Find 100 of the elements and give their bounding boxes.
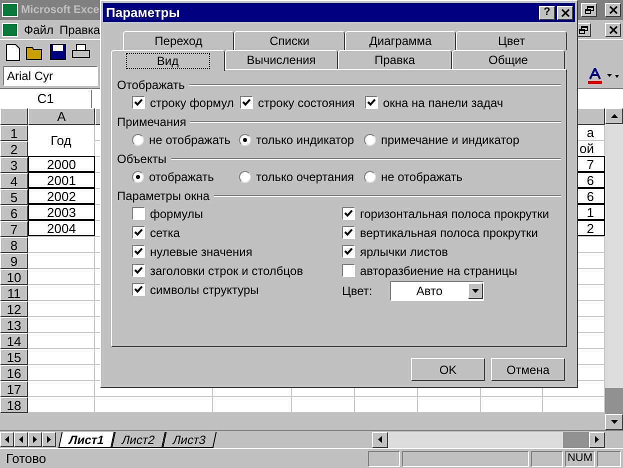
sheet-nav-button[interactable] <box>42 432 56 447</box>
tab[interactable]: Общие <box>452 50 565 69</box>
table-cell: 2000 <box>28 156 95 172</box>
row-header[interactable]: 8 <box>0 237 28 253</box>
row-header[interactable]: 15 <box>0 349 28 365</box>
checkbox[interactable] <box>342 264 355 277</box>
dialog-button[interactable]: OK <box>411 358 485 381</box>
dialog-button[interactable]: Отмена <box>491 358 565 381</box>
tab[interactable]: Цвет <box>456 31 567 50</box>
group-title: Объекты <box>117 150 166 168</box>
tab[interactable]: Переход <box>123 31 234 50</box>
row-header[interactable]: 7 <box>0 221 28 237</box>
row-header[interactable]: 2 <box>0 141 28 157</box>
folder-icon[interactable] <box>26 44 44 60</box>
excel-icon <box>2 3 18 17</box>
help-button[interactable]: ? <box>539 6 555 20</box>
row-header[interactable]: 9 <box>0 253 28 269</box>
checkbox[interactable] <box>240 96 253 109</box>
checkbox-label: окна на панели задач <box>383 94 504 112</box>
tab[interactable]: Правка <box>338 50 452 69</box>
corner-cell[interactable] <box>0 108 28 125</box>
scroll-up-button[interactable] <box>605 108 623 124</box>
row-header[interactable]: 14 <box>0 333 28 349</box>
row-header[interactable]: 13 <box>0 317 28 333</box>
tab[interactable]: Списки <box>234 31 345 50</box>
horizontal-scrollbar[interactable] <box>372 432 605 448</box>
radio-button[interactable] <box>239 170 251 182</box>
radio-button[interactable] <box>364 134 376 146</box>
status-panel <box>531 450 563 466</box>
row-header[interactable]: 10 <box>0 269 28 285</box>
close-button[interactable] <box>605 3 621 17</box>
restore-icon <box>578 26 588 34</box>
row-header[interactable]: 16 <box>0 365 28 381</box>
num-indicator: NUM <box>565 450 595 466</box>
row-header[interactable]: 18 <box>0 397 28 413</box>
checkbox[interactable] <box>342 245 355 258</box>
vertical-scrollbar[interactable] <box>605 108 623 430</box>
close-icon <box>608 6 618 14</box>
checkbox-label: строку состояния <box>258 94 355 112</box>
right-arrow-icon <box>595 436 599 443</box>
checkbox[interactable] <box>132 245 145 258</box>
group-title: Отображать <box>117 76 185 94</box>
right-arrow-icon <box>32 436 38 443</box>
scroll-left-button[interactable] <box>372 432 388 448</box>
save-icon[interactable] <box>50 44 66 60</box>
menu-item[interactable]: Правка <box>60 20 100 38</box>
checkbox[interactable] <box>132 226 145 239</box>
row-header[interactable]: 12 <box>0 301 28 317</box>
checkbox[interactable] <box>132 207 145 220</box>
font-color-icon[interactable] <box>586 68 604 84</box>
sheet-nav-button[interactable] <box>28 432 42 447</box>
tab[interactable]: Вид <box>111 50 224 71</box>
radio-label: отображать <box>149 168 214 186</box>
menu-item[interactable]: Файл <box>24 20 54 38</box>
checkbox[interactable] <box>342 207 355 220</box>
row-header[interactable]: 6 <box>0 205 28 221</box>
column-header[interactable]: A <box>28 108 95 125</box>
close-button[interactable] <box>605 22 621 36</box>
tab[interactable]: Вычисления <box>224 50 338 69</box>
row-header[interactable]: 5 <box>0 189 28 205</box>
tab[interactable]: Диаграмма <box>345 31 456 50</box>
row-header[interactable]: 17 <box>0 381 28 397</box>
scroll-right-button[interactable] <box>589 432 605 448</box>
status-panel <box>597 450 621 466</box>
checkbox[interactable] <box>132 283 145 296</box>
color-dropdown[interactable]: Авто <box>390 281 484 301</box>
restore-icon <box>584 6 594 14</box>
sheet-tab[interactable]: Лист3 <box>162 432 216 448</box>
checkbox[interactable] <box>132 96 145 109</box>
new-document-icon[interactable] <box>6 44 20 60</box>
radio-button[interactable] <box>132 170 144 182</box>
sheet-tab[interactable]: Лист2 <box>111 432 166 448</box>
row-header[interactable]: 1 <box>0 125 28 141</box>
sheet-tab[interactable]: Лист1 <box>58 432 115 448</box>
workbook-icon[interactable] <box>2 22 18 36</box>
left-arrow-icon <box>378 436 382 443</box>
checkbox[interactable] <box>365 96 378 109</box>
row-header[interactable]: 3 <box>0 157 28 173</box>
radio-label: не отображать <box>149 132 230 148</box>
close-button[interactable] <box>557 6 573 20</box>
checkbox[interactable] <box>342 226 355 239</box>
dialog-title: Параметры <box>106 4 181 22</box>
radio-button[interactable] <box>364 170 376 182</box>
sheet-nav-button[interactable] <box>14 432 28 447</box>
print-icon[interactable] <box>72 44 90 60</box>
checkbox-label: вертикальная полоса прокрутки <box>360 224 538 242</box>
radio-button[interactable] <box>132 134 144 146</box>
scroll-thumb[interactable] <box>563 432 589 448</box>
radio-button[interactable] <box>239 134 251 146</box>
sheet-nav-button[interactable] <box>0 432 14 447</box>
caret-icon[interactable] <box>606 73 620 79</box>
font-field[interactable]: Arial Cyr <box>3 66 98 86</box>
checkbox[interactable] <box>132 264 145 277</box>
radio-label: примечание и индикатор <box>381 132 520 148</box>
row-header[interactable]: 4 <box>0 173 28 189</box>
row-header[interactable]: 11 <box>0 285 28 301</box>
scroll-thumb[interactable] <box>605 388 623 414</box>
scroll-down-button[interactable] <box>605 414 623 430</box>
table-cell: 2003 <box>28 204 95 220</box>
restore-button[interactable] <box>581 3 597 17</box>
